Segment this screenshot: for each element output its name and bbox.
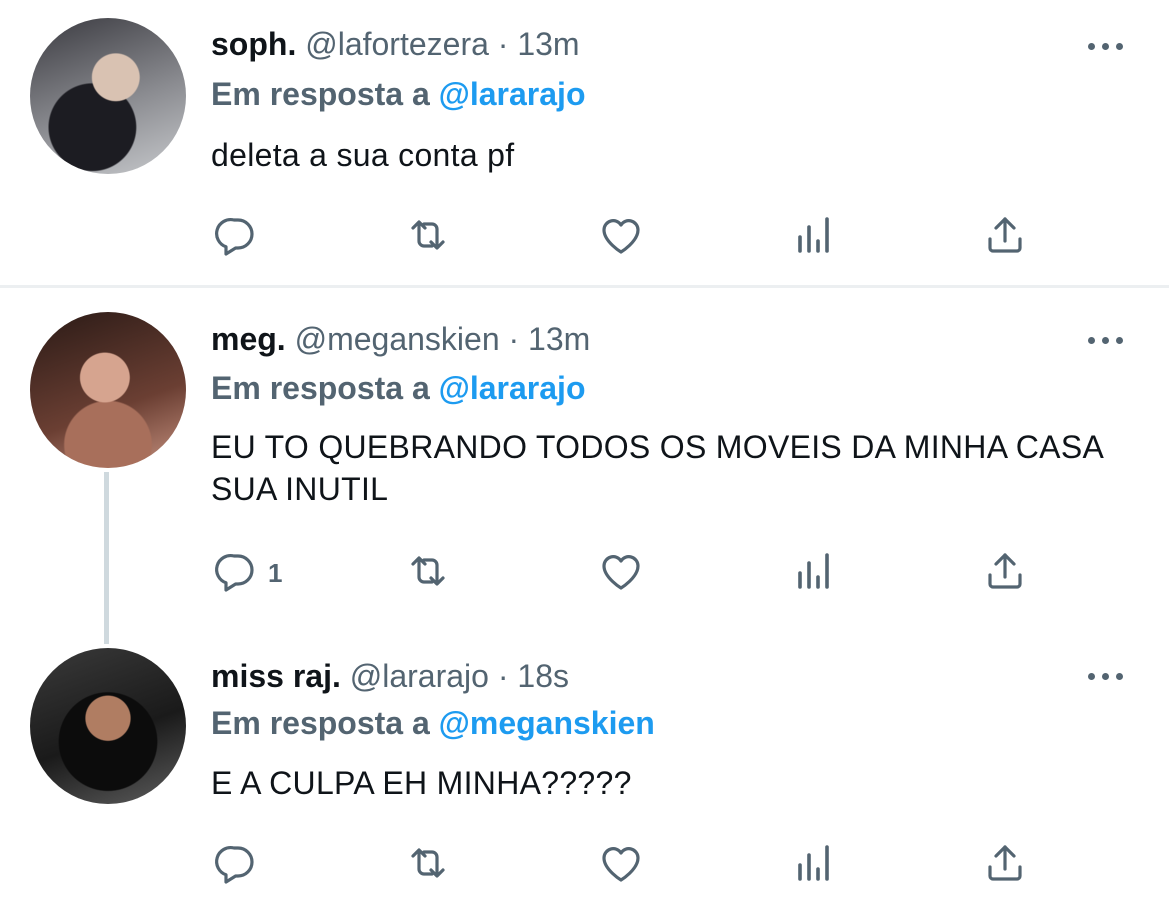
retweet-button[interactable] xyxy=(404,212,452,262)
heart-icon xyxy=(597,839,645,892)
reply-mention-link[interactable]: @lararajo xyxy=(439,370,586,406)
reply-context: Em resposta a @lararajo xyxy=(211,368,585,408)
views-button[interactable] xyxy=(790,212,838,262)
reply-button[interactable]: 1 xyxy=(212,548,282,598)
heart-icon xyxy=(597,547,645,600)
share-icon xyxy=(981,547,1029,600)
timestamp[interactable]: 13m xyxy=(528,321,590,357)
retweet-icon xyxy=(404,839,452,892)
timestamp[interactable]: 18s xyxy=(517,658,569,694)
display-name[interactable]: miss raj. xyxy=(211,658,341,694)
more-icon[interactable] xyxy=(1086,670,1126,682)
tweet-header: meg. @meganskien · 13m xyxy=(211,319,590,359)
tweet-header: miss raj. @lararajo · 18s xyxy=(211,656,569,696)
separator-dot: · xyxy=(508,321,520,357)
retweet-icon xyxy=(404,547,452,600)
retweet-icon xyxy=(404,211,452,264)
reply-button[interactable] xyxy=(212,840,268,890)
heart-button[interactable] xyxy=(597,840,645,890)
retweet-button[interactable] xyxy=(404,548,452,598)
avatar[interactable] xyxy=(30,312,186,468)
retweet-button[interactable] xyxy=(404,840,452,890)
views-icon xyxy=(790,211,838,264)
share-icon xyxy=(981,211,1029,264)
tweet-text: EU TO QUEBRANDO TODOS OS MOVEIS DA MINHA… xyxy=(211,429,1103,507)
tweet-text: deleta a sua conta pf xyxy=(211,137,515,173)
heart-button[interactable] xyxy=(597,212,645,262)
tweet-header: soph. @lafortezera · 13m xyxy=(211,24,580,64)
tweet[interactable]: soph. @lafortezera · 13m Em resposta a @… xyxy=(0,0,1169,285)
action-bar xyxy=(0,212,1169,272)
reply-icon xyxy=(212,211,260,264)
thread-line xyxy=(104,472,109,644)
reply-mention-link[interactable]: @lararajo xyxy=(439,76,586,112)
action-bar xyxy=(0,840,1169,900)
action-bar: 1 xyxy=(0,548,1169,608)
separator-dot: · xyxy=(497,658,509,694)
heart-icon xyxy=(597,211,645,264)
reply-button[interactable] xyxy=(212,212,268,262)
views-button[interactable] xyxy=(790,548,838,598)
reply-context: Em resposta a @lararajo xyxy=(211,74,585,114)
display-name[interactable]: meg. xyxy=(211,321,286,357)
share-button[interactable] xyxy=(981,212,1029,262)
tweet[interactable]: meg. @meganskien · 13m Em resposta a @la… xyxy=(0,288,1169,638)
reply-prefix: Em resposta a xyxy=(211,76,430,112)
reply-mention-link[interactable]: @meganskien xyxy=(439,705,655,741)
reply-prefix: Em resposta a xyxy=(211,370,430,406)
separator-dot: · xyxy=(497,26,509,62)
reply-context: Em resposta a @meganskien xyxy=(211,703,655,743)
share-button[interactable] xyxy=(981,548,1029,598)
more-icon[interactable] xyxy=(1086,40,1126,52)
views-icon xyxy=(790,839,838,892)
user-handle[interactable]: @meganskien xyxy=(295,321,500,357)
heart-button[interactable] xyxy=(597,548,645,598)
reply-count: 1 xyxy=(268,557,283,588)
tweet[interactable]: miss raj. @lararajo · 18s Em resposta a … xyxy=(0,640,1169,907)
display-name[interactable]: soph. xyxy=(211,26,296,62)
share-icon xyxy=(981,839,1029,892)
avatar[interactable] xyxy=(30,18,186,174)
avatar[interactable] xyxy=(30,648,186,804)
reply-prefix: Em resposta a xyxy=(211,705,430,741)
more-icon[interactable] xyxy=(1086,334,1126,346)
views-button[interactable] xyxy=(790,840,838,890)
share-button[interactable] xyxy=(981,840,1029,890)
reply-icon xyxy=(212,547,260,600)
tweet-text: E A CULPA EH MINHA????? xyxy=(211,765,632,801)
views-icon xyxy=(790,547,838,600)
reply-icon xyxy=(212,839,260,892)
timestamp[interactable]: 13m xyxy=(517,26,579,62)
user-handle[interactable]: @lararajo xyxy=(350,658,489,694)
user-handle[interactable]: @lafortezera xyxy=(305,26,489,62)
